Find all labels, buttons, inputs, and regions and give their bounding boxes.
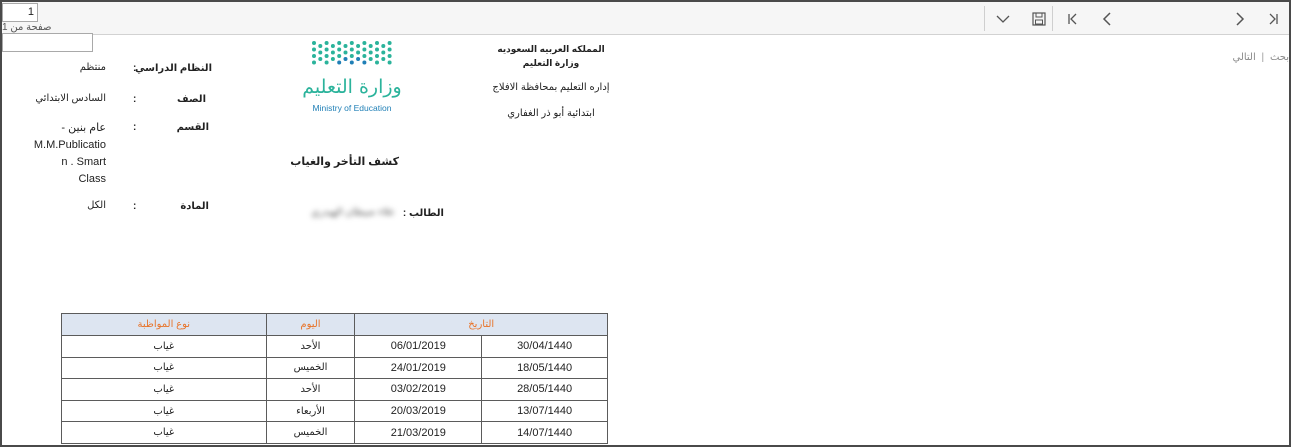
header-type: نوع المواظبة <box>61 313 267 336</box>
attendance-table: التاريخ اليوم نوع المواظبة 30/04/1440 06… <box>61 313 608 444</box>
logo-arabic-text: وزارة التعليم <box>302 76 402 98</box>
hijri-date-cell: 28/05/1440 <box>481 378 608 401</box>
day-cell: الأربعاء <box>265 399 356 423</box>
hijri-date-cell: 14/07/1440 <box>481 421 608 444</box>
link-separator: | <box>1261 52 1265 63</box>
hijri-date-cell: 13/07/1440 <box>481 399 608 423</box>
save-icon[interactable] <box>1028 8 1050 30</box>
day-cell: الخميس <box>265 421 356 444</box>
student-label: الطالب : <box>402 208 444 219</box>
type-cell: غياب <box>61 421 267 444</box>
section-value: عام بنين - M.M.Publicatio n . Smart Clas… <box>30 120 106 188</box>
gregorian-date-cell: 21/03/2019 <box>354 421 483 444</box>
type-cell: غياب <box>61 335 267 358</box>
table-header-row: التاريخ اليوم نوع المواظبة <box>61 313 608 336</box>
table-row: 28/05/1440 03/02/2019 الأحد غياب <box>61 378 608 401</box>
section-label: القسم <box>176 122 209 133</box>
first-page-icon[interactable] <box>1062 8 1084 30</box>
report-title: كشف التأخر والغياب <box>290 156 399 168</box>
student-name: علاء صيطان الهيدري <box>311 207 395 218</box>
next-link[interactable]: التالي <box>1232 52 1255 63</box>
kingdom-name: المملكه العربيه السعوديه <box>497 44 605 54</box>
next-page-icon[interactable] <box>1229 8 1251 30</box>
search-links: بحث | التالي <box>2 52 1289 63</box>
section-value-line: عام بنين - <box>61 122 106 134</box>
header-date: التاريخ <box>354 313 608 336</box>
last-page-icon[interactable] <box>1262 8 1284 30</box>
report-toolbar: صفحة من 1 بحث | التالي <box>2 2 1289 63</box>
table-row: 13/07/1440 20/03/2019 الأربعاء غياب <box>61 399 608 423</box>
ministry-logo: وزارة التعليم Ministry of Education <box>302 38 402 118</box>
day-cell: الأحد <box>265 335 356 358</box>
day-cell: الخميس <box>265 356 356 380</box>
header-day: اليوم <box>265 313 356 336</box>
chevron-down-icon[interactable] <box>992 8 1014 30</box>
table-row: 30/04/1440 06/01/2019 الأحد غياب <box>61 335 608 358</box>
logo-english-text: Ministry of Education <box>312 103 392 113</box>
toolbar-separator <box>1052 6 1053 31</box>
ministry-name: وزارة التعليم <box>522 58 580 68</box>
system-label: النظام الدراسي <box>135 63 212 74</box>
toolbar-separator <box>984 6 985 31</box>
gregorian-date-cell: 20/03/2019 <box>354 399 483 423</box>
section-value-line: Class <box>78 173 106 185</box>
directorate-name: إداره التعليم بمحافظة الافلاج <box>492 82 610 93</box>
hijri-date-cell: 30/04/1440 <box>481 335 608 358</box>
grade-label: الصف <box>177 94 206 105</box>
section-value-line: n . Smart <box>61 156 106 168</box>
grade-value: السادس الابتدائي <box>35 93 106 104</box>
hijri-date-cell: 18/05/1440 <box>481 356 608 380</box>
system-value: منتظم <box>79 62 106 73</box>
search-link[interactable]: بحث <box>1270 52 1289 63</box>
system-colon: : <box>133 63 137 74</box>
table-row: 14/07/1440 21/03/2019 الخميس غياب <box>61 421 608 444</box>
search-input[interactable] <box>2 33 93 52</box>
gregorian-date-cell: 24/01/2019 <box>354 356 483 380</box>
page-number-input[interactable] <box>2 2 38 22</box>
type-cell: غياب <box>61 378 267 401</box>
subject-label: المادة <box>180 201 209 212</box>
gregorian-date-cell: 03/02/2019 <box>354 378 483 401</box>
type-cell: غياب <box>61 399 267 423</box>
table-row: 18/05/1440 24/01/2019 الخميس غياب <box>61 356 608 380</box>
previous-page-icon[interactable] <box>1096 8 1118 30</box>
grade-colon: : <box>133 94 137 105</box>
gregorian-date-cell: 06/01/2019 <box>354 335 483 358</box>
section-value-line: M.M.Publicatio <box>33 139 106 151</box>
logo-dots-icon <box>312 41 392 65</box>
section-colon: : <box>133 122 137 133</box>
day-cell: الأحد <box>265 378 356 401</box>
school-name: ابتدائية أبو ذر الغفاري <box>507 108 595 119</box>
subject-colon: : <box>133 201 137 212</box>
subject-value: الكل <box>87 200 106 211</box>
type-cell: غياب <box>61 356 267 380</box>
